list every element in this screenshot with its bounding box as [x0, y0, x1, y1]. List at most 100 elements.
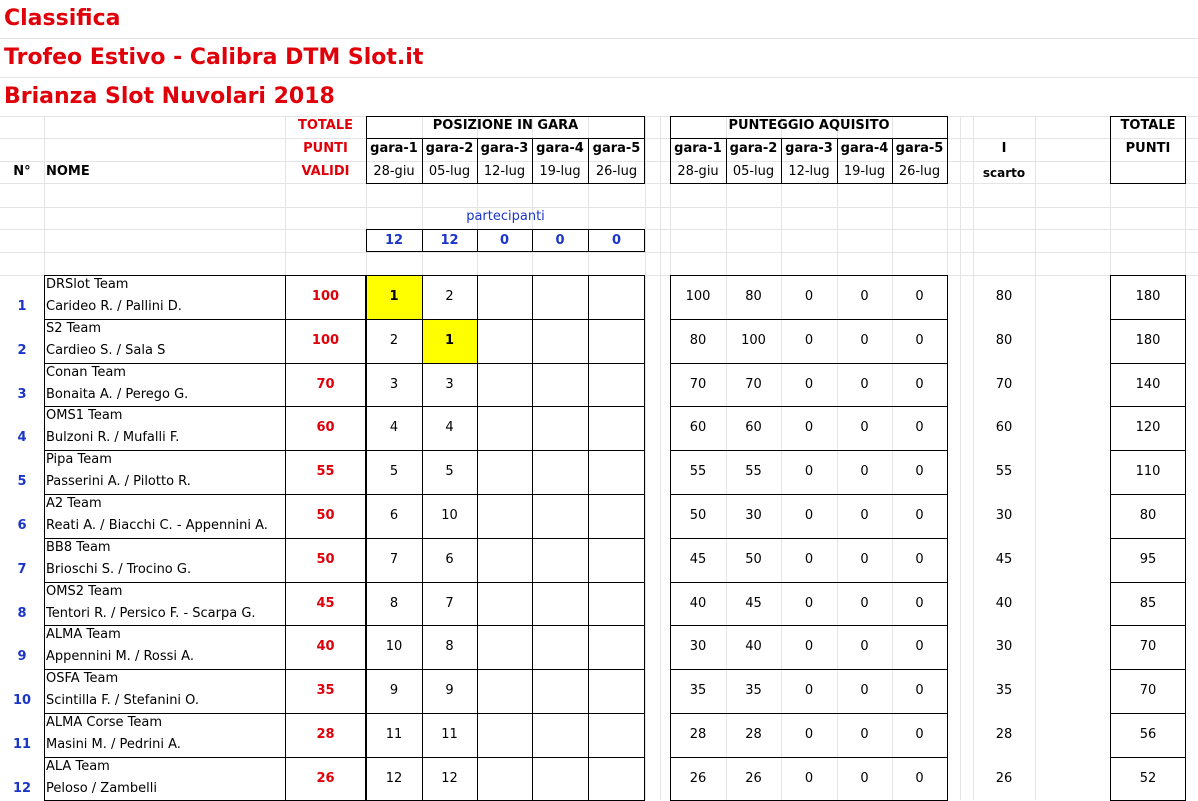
- posizione-cell: 2: [445, 289, 454, 304]
- punteggio-cell: 0: [915, 639, 924, 655]
- posizione-cell: 6: [445, 551, 454, 567]
- punteggio-cell: 0: [860, 508, 869, 523]
- punteggio-cell: 70: [689, 376, 707, 392]
- partecipanti-count: 0: [555, 233, 565, 248]
- posizione-divider: [366, 138, 645, 139]
- posizione-cell: 7: [389, 551, 399, 567]
- header-scarto: scarto: [982, 166, 1026, 180]
- row-divider: [1110, 494, 1186, 495]
- punteggio-cell: 0: [804, 595, 814, 611]
- row-divider: [670, 669, 948, 671]
- totale-cell: 180: [1135, 289, 1161, 304]
- punteggio-cell: 0: [804, 464, 814, 480]
- punti-validi: 26: [316, 770, 335, 786]
- row-divider: [44, 581, 645, 583]
- punteggio-cell: 100: [741, 332, 766, 348]
- punteggio-cell: 70: [745, 376, 762, 392]
- punteggio-cell: 55: [745, 464, 762, 480]
- row-divider: [670, 318, 948, 320]
- punti-validi: 60: [316, 420, 335, 436]
- grid-line-h: [0, 207, 1198, 208]
- punteggio-cell: 45: [689, 551, 707, 567]
- punteggio-cell: 0: [804, 551, 814, 567]
- driver-names: Scintilla F. / Stefanini O.: [46, 693, 200, 709]
- sheet-title: Classifica: [4, 6, 121, 31]
- scarto-cell: 30: [995, 639, 1013, 655]
- punteggio-gara-date: 12-lug: [788, 164, 830, 179]
- scarto-cell: 80: [995, 332, 1013, 348]
- row-divider: [44, 537, 645, 539]
- row-divider: [44, 450, 645, 452]
- header-scarto-top: I: [1001, 141, 1007, 156]
- gara-date: 12-lug: [483, 164, 526, 179]
- grid-line-h: [0, 252, 1198, 253]
- punteggio-cell: 0: [860, 332, 869, 348]
- punti-validi: 35: [316, 683, 335, 699]
- driver-names: Tentori R. / Persico F. - Scarpa G.: [46, 605, 256, 621]
- row-divider: [670, 406, 948, 408]
- punteggio-cell: 0: [915, 464, 924, 480]
- posizione-cell: 10: [441, 508, 458, 523]
- posizione-cell: 4: [445, 420, 454, 436]
- punteggio-cell: 0: [860, 727, 869, 742]
- rank-number: 11: [12, 737, 32, 752]
- totale-cell: 70: [1139, 639, 1157, 655]
- posizione-cell: 1: [389, 289, 399, 304]
- team-name: OMS1 Team: [46, 408, 123, 424]
- team-name: Pipa Team: [46, 452, 112, 468]
- rank-number: 5: [17, 474, 27, 490]
- team-name: S2 Team: [46, 320, 102, 336]
- scarto-cell: 26: [995, 770, 1013, 786]
- team-name: Conan Team: [46, 364, 126, 380]
- punteggio-cell: 30: [745, 508, 762, 523]
- row-divider: [1110, 756, 1186, 758]
- row-divider: [670, 494, 948, 495]
- punti-validi: 100: [311, 332, 340, 348]
- team-name: A2 Team: [46, 496, 102, 511]
- driver-names: Appennini M. / Rossi A.: [46, 649, 194, 665]
- team-name: OSFA Team: [46, 671, 119, 687]
- punteggio-cell: 0: [860, 464, 869, 480]
- row-divider: [670, 581, 948, 583]
- sheet-title: Trofeo Estivo - Calibra DTM Slot.it: [4, 45, 424, 70]
- posizione-cell: 9: [389, 683, 399, 699]
- header-totale: TOTALE: [297, 118, 353, 133]
- driver-names: Bonaita A. / Perego G.: [46, 386, 189, 402]
- punteggio-cell: 0: [915, 376, 924, 392]
- scarto-cell: 70: [995, 376, 1013, 392]
- row-divider: [44, 756, 645, 758]
- totale-cell: 95: [1139, 551, 1157, 567]
- rank-number: 3: [17, 386, 27, 402]
- punteggio-cell: 0: [860, 551, 869, 567]
- posizione-cell: 6: [389, 508, 399, 523]
- punteggio-cell: 60: [745, 420, 762, 436]
- gara-date: 28-giu: [373, 164, 415, 179]
- header-number: N°: [13, 164, 31, 179]
- header-nome: NOME: [46, 164, 90, 179]
- row-divider: [670, 537, 948, 539]
- gara-label: gara-2: [425, 141, 474, 156]
- punteggio-cell: 0: [915, 332, 924, 348]
- partecipanti-count: 12: [384, 233, 404, 248]
- punteggio-cell: 80: [689, 332, 707, 348]
- punteggio-gara-date: 05-lug: [732, 164, 775, 179]
- header-totale-punti: TOTALE: [1120, 118, 1176, 133]
- punteggio-cell: 0: [804, 289, 814, 304]
- driver-names: Brioschi S. / Trocino G.: [46, 561, 192, 577]
- punteggio-cell: 0: [915, 508, 924, 523]
- posizione-cell: 8: [389, 595, 399, 611]
- partecipanti-count: 0: [611, 233, 622, 248]
- punteggio-gara-date: 19-lug: [843, 164, 886, 179]
- posizione-cell: 11: [441, 727, 458, 742]
- totale-cell: 52: [1139, 770, 1157, 786]
- punteggio-cell: 50: [689, 508, 707, 523]
- row-divider: [44, 406, 645, 408]
- punti-validi: 28: [316, 727, 335, 742]
- punteggio-cell: 26: [689, 770, 707, 786]
- rank-number: 9: [17, 649, 27, 665]
- punteggio-cell: 0: [915, 595, 924, 611]
- sheet-title: Brianza Slot Nuvolari 2018: [4, 84, 335, 109]
- driver-names: Masini M. / Pedrini A.: [46, 737, 181, 752]
- team-name: BB8 Team: [46, 539, 111, 555]
- totale-cell: 120: [1135, 420, 1161, 436]
